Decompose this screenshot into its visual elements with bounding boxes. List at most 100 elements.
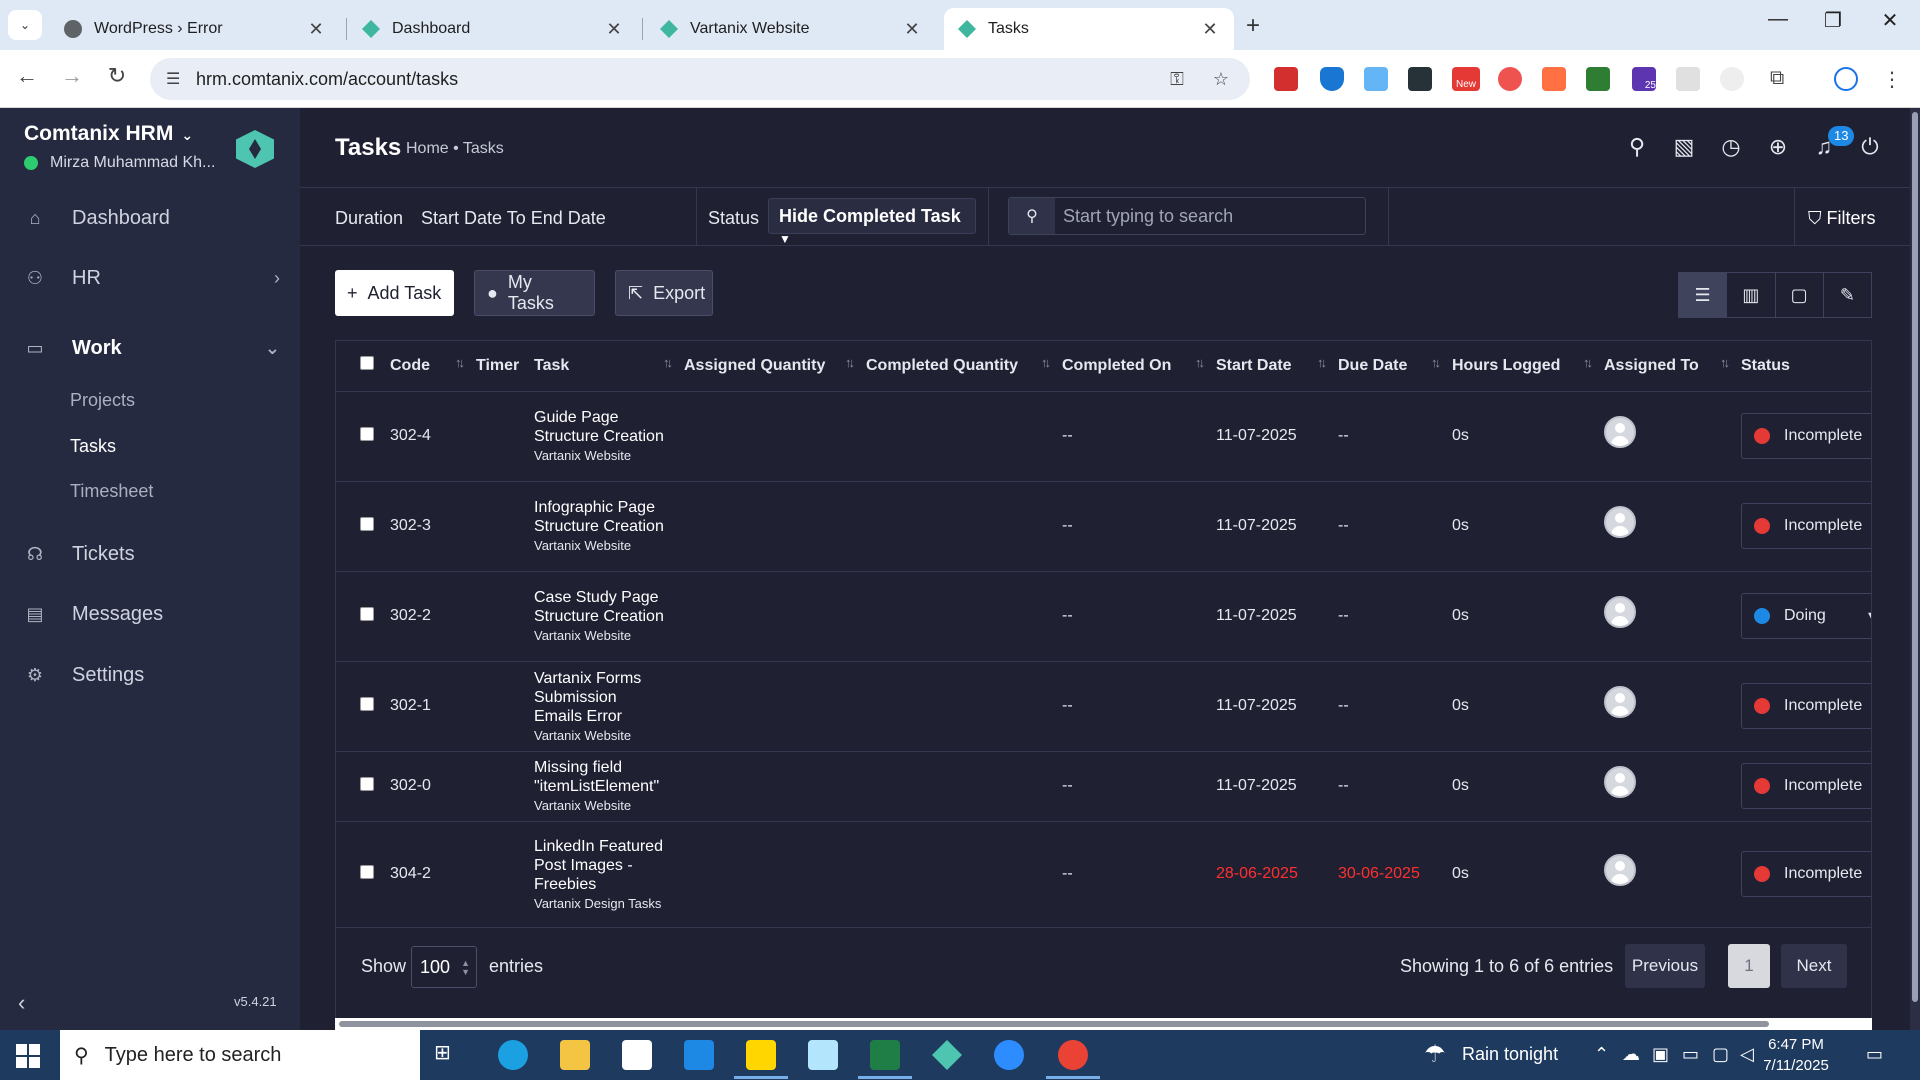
clock-icon[interactable]: ◷ — [1717, 134, 1745, 160]
add-circle-icon[interactable]: ⊕ — [1764, 134, 1792, 160]
password-key-icon[interactable]: ⚿ — [1162, 69, 1192, 90]
docs-extension-icon[interactable] — [1364, 67, 1388, 91]
minimize-icon[interactable]: — — [1758, 8, 1798, 31]
sidebar-item-messages[interactable]: ▤ Messages — [0, 590, 300, 638]
duration-range-picker[interactable]: Start Date To End Date — [421, 208, 606, 229]
task-name[interactable]: Vartanix Forms Submission Emails Error — [534, 669, 668, 726]
page-size-select[interactable]: 100 ▲ ▼ — [411, 946, 477, 988]
row-checkbox[interactable] — [360, 516, 374, 531]
task-cell[interactable]: Guide Page Structure Creation Vartanix We… — [526, 391, 676, 482]
task-name[interactable]: Guide Page Structure Creation — [534, 408, 668, 446]
status-dropdown[interactable]: Incomplete▼ — [1741, 763, 1871, 809]
avatar[interactable] — [1604, 686, 1636, 718]
cap-extension-icon[interactable]: 25 — [1632, 67, 1656, 91]
puzzle-extensions-icon[interactable]: ⧉ — [1770, 67, 1794, 91]
status-dropdown[interactable]: Incomplete▼ — [1741, 413, 1871, 459]
scrollbar-thumb[interactable] — [1912, 112, 1918, 1002]
sidebar-item-dashboard[interactable]: ⌂ Dashboard — [0, 194, 300, 242]
row-checkbox[interactable] — [360, 776, 374, 791]
collapse-sidebar-icon[interactable]: ‹ — [18, 990, 25, 1016]
weather-text[interactable]: Rain tonight — [1462, 1044, 1558, 1065]
address-bar[interactable]: ☰ hrm.comtanix.com/account/tasks ⚿ ☆ — [150, 58, 1250, 100]
window-close-icon[interactable]: ✕ — [1870, 8, 1910, 33]
compass-extension-icon[interactable] — [1720, 67, 1744, 91]
reload-icon[interactable]: ↻ — [102, 63, 132, 89]
sidebar-subitem-projects[interactable]: Projects — [70, 390, 135, 411]
chevron-up-icon[interactable]: ⌃ — [1594, 1044, 1609, 1065]
new-extension-icon[interactable]: New — [1452, 67, 1480, 91]
sidebar-subitem-timesheet[interactable]: Timesheet — [70, 481, 153, 502]
sticky-notes-icon[interactable] — [734, 1040, 788, 1079]
blank-extension-icon[interactable] — [1676, 67, 1700, 91]
board-view-icon[interactable]: ▥ — [1727, 273, 1776, 317]
avatar[interactable] — [1604, 854, 1636, 886]
pdf-extension-icon[interactable] — [1274, 67, 1298, 91]
bw-extension-icon[interactable] — [1586, 67, 1610, 91]
avatar[interactable] — [1604, 416, 1636, 448]
avatar[interactable] — [1604, 506, 1636, 538]
store-icon[interactable] — [622, 1040, 652, 1070]
page-1-button[interactable]: 1 — [1728, 944, 1770, 988]
sidebar-subitem-tasks[interactable]: Tasks — [70, 436, 116, 457]
browser-tab-wordpress[interactable]: WordPress › Error ✕ — [50, 8, 340, 50]
windows-start-icon[interactable] — [16, 1044, 40, 1068]
task-cell[interactable]: Infographic Page Structure Creation Varta… — [526, 481, 676, 572]
search-input[interactable] — [1055, 198, 1365, 234]
mail-icon[interactable] — [684, 1040, 714, 1070]
back-icon[interactable]: ← — [12, 63, 42, 89]
task-name[interactable]: Missing field "itemListElement" — [534, 758, 668, 796]
network-icon[interactable]: ▢ — [1712, 1044, 1729, 1065]
percent-extension-icon[interactable] — [1542, 67, 1566, 91]
row-checkbox[interactable] — [360, 696, 374, 711]
task-cell[interactable]: Vartanix Forms Submission Emails Error Va… — [526, 661, 676, 752]
status-dropdown[interactable]: Doing ▼ — [1741, 593, 1871, 639]
table-row[interactable]: 302-3 Infographic Page Structure Creatio… — [336, 481, 1871, 572]
column-code[interactable]: Code ↑↓ — [382, 341, 468, 392]
forward-icon[interactable]: → — [57, 63, 87, 89]
horizontal-scrollbar[interactable] — [335, 1018, 1872, 1030]
calendar-view-icon[interactable]: ▢ — [1776, 273, 1824, 317]
avatar[interactable] — [1604, 766, 1636, 798]
breadcrumb[interactable]: Home • Tasks — [406, 140, 504, 158]
table-row[interactable]: 302-2 Case Study Page Structure Creation… — [336, 571, 1871, 662]
avatar[interactable] — [1604, 596, 1636, 628]
new-tab-button[interactable]: + — [1246, 12, 1260, 40]
close-icon[interactable]: ✕ — [902, 19, 922, 40]
video-extension-icon[interactable] — [1408, 67, 1432, 91]
profile-icon[interactable] — [1834, 67, 1858, 91]
current-user[interactable]: Mirza Muhammad Kh... — [24, 154, 215, 172]
url-text[interactable]: hrm.comtanix.com/account/tasks — [196, 69, 1162, 90]
my-tasks-button[interactable]: ● My Tasks — [474, 270, 595, 316]
table-row[interactable]: 304-2 LinkedIn Featured Post Images - Fr… — [336, 821, 1871, 928]
task-name[interactable]: Infographic Page Structure Creation — [534, 498, 668, 536]
close-icon[interactable]: ✕ — [604, 19, 624, 40]
taskbar-search[interactable]: ⚲ Type here to search — [60, 1030, 420, 1080]
status-filter-select[interactable]: Hide Completed Task ▼ — [768, 198, 976, 246]
system-clock[interactable]: 6:47 PM 7/11/2025 — [1756, 1034, 1836, 1076]
shield-extension-icon[interactable] — [1320, 67, 1344, 91]
row-checkbox[interactable] — [360, 426, 374, 441]
notepad-icon[interactable] — [808, 1040, 838, 1070]
sticky-note-icon[interactable]: ▧ — [1670, 134, 1698, 160]
pokeball-extension-icon[interactable] — [1498, 67, 1522, 91]
next-page-button[interactable]: Next — [1781, 944, 1847, 988]
status-dropdown[interactable]: Incomplete▼ — [1741, 851, 1871, 897]
vertical-scrollbar[interactable] — [1910, 108, 1920, 1030]
bookmark-star-icon[interactable]: ☆ — [1206, 69, 1236, 90]
column-assigned-quantity[interactable]: Assigned Quantity ↑↓ — [676, 341, 858, 392]
filters-button[interactable]: ⛉ Filters — [1808, 208, 1876, 229]
table-row[interactable]: 302-1 Vartanix Forms Submission Emails E… — [336, 661, 1871, 752]
power-icon[interactable]: ⏻ — [1856, 134, 1884, 160]
excel-icon[interactable] — [858, 1040, 912, 1079]
search-icon[interactable]: ⚲ — [1623, 134, 1651, 160]
file-explorer-icon[interactable] — [560, 1040, 590, 1070]
add-task-button[interactable]: + Add Task — [335, 270, 454, 316]
site-info-icon[interactable]: ☰ — [166, 69, 186, 89]
tab-search-button[interactable]: ⌄ — [8, 10, 42, 40]
pin-icon[interactable]: ✎ — [1824, 273, 1871, 317]
status-dropdown[interactable]: Incomplete▼ — [1741, 683, 1871, 729]
security-icon[interactable]: ▣ — [1652, 1044, 1669, 1065]
column-start-date[interactable]: Start Date ↑↓ — [1208, 341, 1330, 392]
previous-page-button[interactable]: Previous — [1625, 944, 1705, 988]
sidebar-item-hr[interactable]: ⚇ HR › — [0, 254, 300, 302]
